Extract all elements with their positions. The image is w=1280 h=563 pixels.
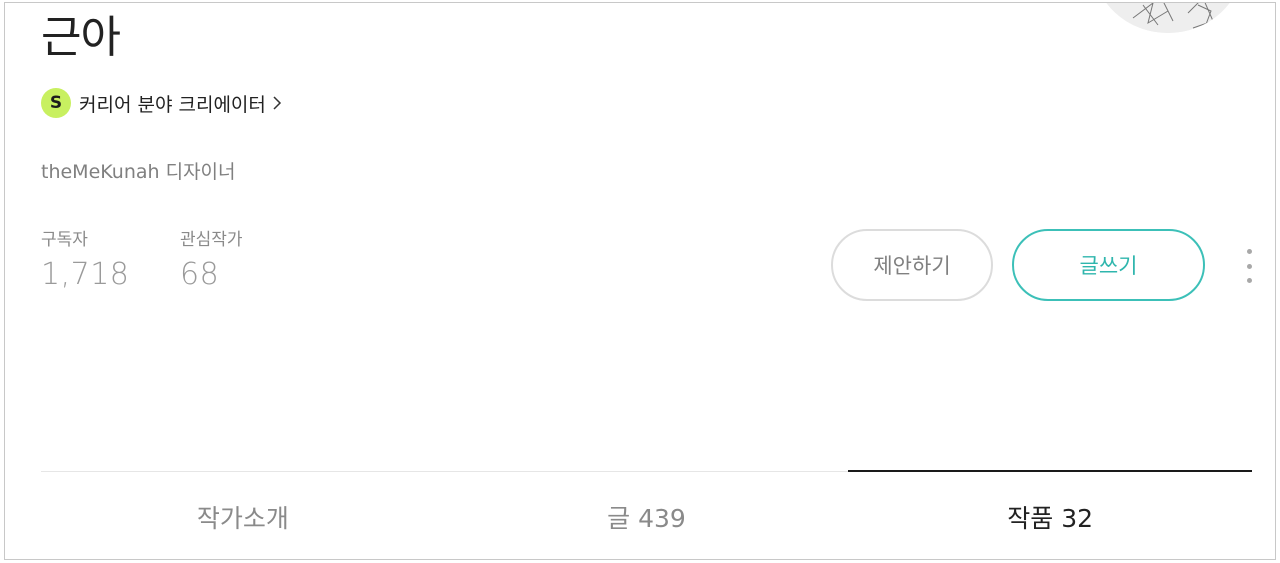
- following-stat[interactable]: 관심작가 68: [180, 229, 243, 292]
- avatar-sketch-image: [1093, 3, 1243, 33]
- subscriber-count: 1,718: [41, 257, 130, 292]
- following-count: 68: [180, 257, 220, 292]
- profile-card: 근아 S 커리어 분야 크리에이터 theMeKunah 디자이너 구독자 1,…: [4, 2, 1276, 560]
- chevron-right-icon: [272, 95, 282, 111]
- more-dot: [1246, 278, 1252, 283]
- author-description: theMeKunah 디자이너: [41, 161, 236, 183]
- more-vertical-icon[interactable]: [1241, 249, 1257, 283]
- more-dot: [1246, 249, 1252, 254]
- tab-works[interactable]: 작품 32: [848, 473, 1252, 559]
- subscriber-label: 구독자: [41, 230, 88, 250]
- write-button[interactable]: 글쓰기: [1012, 229, 1205, 301]
- subscriber-stat[interactable]: 구독자 1,718: [41, 229, 129, 292]
- profile-avatar[interactable]: [1093, 3, 1243, 33]
- active-tab-indicator: [848, 470, 1252, 472]
- profile-tabs: 작가소개 글 439 작품 32: [41, 473, 1252, 559]
- author-name: 근아: [41, 12, 121, 63]
- more-dot: [1246, 263, 1252, 269]
- creator-badge-link[interactable]: S 커리어 분야 크리에이터: [41, 87, 282, 119]
- creator-badge-icon: S: [41, 88, 71, 118]
- tab-posts[interactable]: 글 439: [445, 473, 849, 559]
- propose-button[interactable]: 제안하기: [831, 229, 993, 301]
- creator-badge-label: 커리어 분야 크리에이터: [79, 93, 266, 116]
- tab-author-intro[interactable]: 작가소개: [41, 473, 445, 559]
- following-label: 관심작가: [180, 230, 243, 250]
